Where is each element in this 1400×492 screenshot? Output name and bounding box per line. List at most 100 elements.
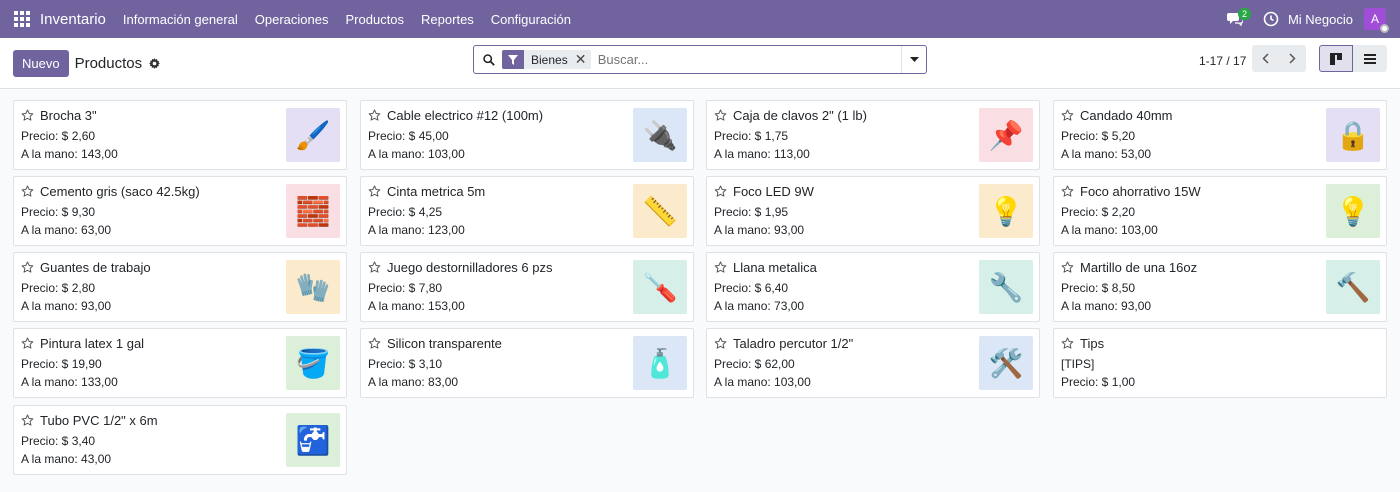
product-detail-2: A la mano: 133,00 bbox=[21, 375, 118, 389]
star-icon[interactable] bbox=[714, 337, 727, 350]
product-name: Pintura latex 1 gal bbox=[40, 336, 145, 351]
product-image: 💡 bbox=[1326, 184, 1380, 238]
product-image: 🪛 bbox=[633, 260, 687, 314]
product-detail-1: Precio: $ 3,10 bbox=[368, 357, 443, 371]
product-image: 💡 bbox=[979, 184, 1033, 238]
clock-icon[interactable] bbox=[1263, 11, 1279, 27]
star-icon[interactable] bbox=[1061, 109, 1074, 122]
top-navbar: Inventario Información general Operacion… bbox=[0, 0, 1400, 38]
star-icon[interactable] bbox=[21, 261, 34, 274]
star-icon[interactable] bbox=[368, 261, 381, 274]
user-avatar[interactable]: A bbox=[1364, 8, 1389, 33]
product-card[interactable]: Tubo PVC 1/2" x 6m Precio: $ 3,40 A la man… bbox=[13, 405, 347, 475]
product-name: Foco LED 9W bbox=[733, 184, 814, 199]
product-card[interactable]: Foco ahorrativo 15W Precio: $ 2,20 A la ma… bbox=[1053, 176, 1387, 246]
chat-badge: 2 bbox=[1237, 8, 1251, 20]
star-icon[interactable] bbox=[714, 185, 727, 198]
product-name: Foco ahorrativo 15W bbox=[1080, 184, 1201, 199]
product-image: 🪣 bbox=[286, 336, 340, 390]
chevron-right-icon bbox=[1289, 53, 1296, 64]
product-detail-1: Precio: $ 19,90 bbox=[21, 357, 102, 371]
product-card[interactable]: Tips [TIPS] Precio: $ 1,00 bbox=[1053, 328, 1387, 398]
menu-operaciones[interactable]: Operaciones bbox=[255, 12, 329, 27]
star-icon[interactable] bbox=[1061, 261, 1074, 274]
product-name: Cable electrico #12 (100m) bbox=[387, 108, 544, 123]
product-card[interactable]: Silicon transparente Precio: $ 3,10 A la m… bbox=[360, 328, 694, 398]
product-card[interactable]: Llana metalica Precio: $ 6,40 A la mano: 7… bbox=[706, 252, 1040, 322]
product-name: Llana metalica bbox=[733, 260, 817, 275]
product-detail-2: A la mano: 113,00 bbox=[714, 147, 810, 161]
product-name: Caja de clavos 2" (1 lb) bbox=[733, 108, 867, 123]
product-card[interactable]: Cinta metrica 5m Precio: $ 4,25 A la mano:… bbox=[360, 176, 694, 246]
product-detail-1: Precio: $ 1,95 bbox=[714, 205, 789, 219]
product-card[interactable]: Guantes de trabajo Precio: $ 2,80 A la man… bbox=[13, 252, 347, 322]
product-card[interactable]: Brocha 3" Precio: $ 2,60 A la mano: 143,00… bbox=[13, 100, 347, 170]
star-icon[interactable] bbox=[1061, 337, 1074, 350]
product-card[interactable]: Cable electrico #12 (100m) Precio: $ 45,0… bbox=[360, 100, 694, 170]
product-detail-1: Precio: $ 1,75 bbox=[714, 129, 789, 143]
product-name: Silicon transparente bbox=[387, 336, 502, 351]
menu-configuracion[interactable]: Configuración bbox=[491, 12, 571, 27]
product-card[interactable]: Juego destornilladores 6 pzs Precio: $ 7,… bbox=[360, 252, 694, 322]
chat-icon[interactable]: 2 bbox=[1226, 8, 1251, 29]
pager-next-button[interactable] bbox=[1279, 45, 1306, 72]
product-card[interactable]: Candado 40mm Precio: $ 5,20 A la mano: 53,… bbox=[1053, 100, 1387, 170]
facet-remove-icon[interactable]: ✕ bbox=[575, 51, 591, 68]
caret-down-icon bbox=[909, 57, 919, 62]
product-card[interactable]: Pintura latex 1 gal Precio: $ 19,90 A la m… bbox=[13, 328, 347, 398]
star-icon[interactable] bbox=[1061, 185, 1074, 198]
search-bar: Bienes ✕ bbox=[473, 45, 927, 74]
product-card[interactable]: Cemento gris (saco 42.5kg) Precio: $ 9,30… bbox=[13, 176, 347, 246]
product-detail-2: A la mano: 93,00 bbox=[714, 223, 805, 237]
product-detail-2: A la mano: 123,00 bbox=[368, 223, 465, 237]
product-card[interactable]: Martillo de una 16oz Precio: $ 8,50 A la m… bbox=[1053, 252, 1387, 322]
product-card[interactable]: Taladro percutor 1/2" Precio: $ 62,00 A la… bbox=[706, 328, 1040, 398]
product-card[interactable]: Caja de clavos 2" (1 lb) Precio: $ 1,75 A … bbox=[706, 100, 1040, 170]
product-detail-2: A la mano: 143,00 bbox=[21, 147, 118, 161]
search-dropdown-toggle[interactable] bbox=[901, 46, 926, 73]
product-card[interactable]: Foco LED 9W Precio: $ 1,95 A la mano: 93,0… bbox=[706, 176, 1040, 246]
product-detail-1: Precio: $ 9,30 bbox=[21, 205, 96, 219]
search-input[interactable] bbox=[597, 52, 901, 67]
star-icon[interactable] bbox=[368, 109, 381, 122]
product-detail-2: A la mano: 103,00 bbox=[1061, 223, 1158, 237]
product-detail-1: Precio: $ 3,40 bbox=[21, 434, 96, 448]
filter-icon bbox=[502, 50, 524, 69]
list-view-button[interactable] bbox=[1353, 45, 1387, 72]
product-name: Brocha 3" bbox=[40, 108, 97, 123]
pager-previous-button[interactable] bbox=[1252, 45, 1279, 72]
product-name: Guantes de trabajo bbox=[40, 260, 151, 275]
star-icon[interactable] bbox=[368, 337, 381, 350]
star-icon[interactable] bbox=[21, 337, 34, 350]
company-switcher[interactable]: Mi Negocio bbox=[1288, 12, 1353, 27]
product-image: 🖌️ bbox=[286, 108, 340, 162]
product-image: 🧤 bbox=[286, 260, 340, 314]
product-image: 🚰 bbox=[286, 413, 340, 467]
product-detail-1: Precio: $ 2,80 bbox=[21, 281, 96, 295]
menu-reportes[interactable]: Reportes bbox=[421, 12, 474, 27]
menu-informacion-general[interactable]: Información general bbox=[123, 12, 238, 27]
presence-dot bbox=[1380, 24, 1389, 33]
pager-value[interactable]: 1-17 / 17 bbox=[1199, 54, 1246, 68]
apps-grid-icon[interactable] bbox=[14, 11, 30, 27]
star-icon[interactable] bbox=[21, 185, 34, 198]
product-name: Martillo de una 16oz bbox=[1080, 260, 1198, 275]
product-detail-2: A la mano: 43,00 bbox=[21, 452, 112, 466]
product-image: 🔧 bbox=[979, 260, 1033, 314]
kanban-view-button[interactable] bbox=[1319, 45, 1353, 72]
star-icon[interactable] bbox=[714, 261, 727, 274]
product-detail-2: Precio: $ 1,00 bbox=[1061, 375, 1136, 389]
product-detail-1: Precio: $ 6,40 bbox=[714, 281, 789, 295]
gear-icon[interactable] bbox=[149, 57, 161, 69]
menu-productos[interactable]: Productos bbox=[346, 12, 405, 27]
star-icon[interactable] bbox=[21, 109, 34, 122]
new-button[interactable]: Nuevo bbox=[13, 49, 69, 77]
kanban-icon bbox=[1330, 52, 1342, 65]
product-detail-1: Precio: $ 7,80 bbox=[368, 281, 443, 295]
product-name: Candado 40mm bbox=[1080, 108, 1173, 123]
product-detail-1: Precio: $ 2,60 bbox=[21, 129, 96, 143]
star-icon[interactable] bbox=[714, 109, 727, 122]
star-icon[interactable] bbox=[21, 414, 34, 427]
star-icon[interactable] bbox=[368, 185, 381, 198]
app-name[interactable]: Inventario bbox=[40, 11, 106, 28]
